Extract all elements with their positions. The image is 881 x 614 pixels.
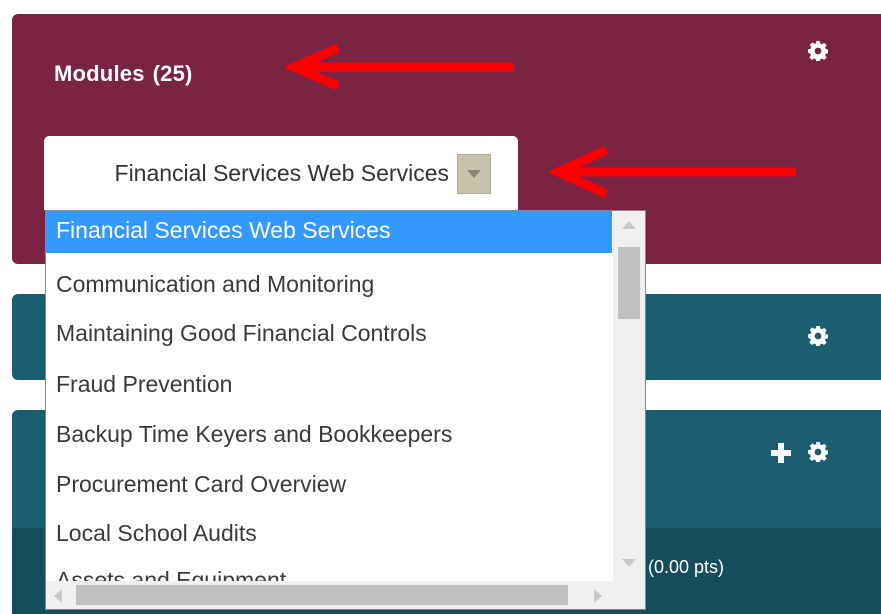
dropdown-option[interactable]: Maintaining Good Financial Controls — [46, 316, 612, 350]
vertical-scrollbar[interactable] — [613, 211, 645, 581]
gear-icon[interactable] — [808, 442, 828, 462]
scroll-left-icon[interactable] — [54, 589, 62, 603]
horizontal-scrollbar[interactable] — [46, 581, 645, 609]
plus-icon[interactable] — [770, 442, 792, 464]
red-arrow-icon — [550, 146, 796, 198]
modules-panel-title: Modules (25) — [54, 61, 193, 87]
dropdown-option[interactable]: Fraud Prevention — [46, 367, 612, 401]
dropdown-option[interactable]: Procurement Card Overview — [46, 467, 612, 501]
scroll-right-icon[interactable] — [594, 589, 602, 603]
dropdown-option[interactable]: Backup Time Keyers and Bookkeepers — [46, 417, 612, 451]
gear-icon[interactable] — [808, 41, 828, 61]
vertical-scroll-thumb[interactable] — [618, 247, 640, 319]
dropdown-option[interactable]: Local School Audits — [46, 516, 612, 550]
gear-icon[interactable] — [808, 326, 828, 346]
dropdown-option[interactable]: Communication and Monitoring — [46, 267, 612, 301]
points-label: (0.00 pts) — [648, 557, 725, 577]
chevron-down-icon — [467, 170, 481, 178]
modules-title-text: Modules — [54, 61, 145, 86]
modules-count: (25) — [152, 61, 193, 86]
module-select[interactable]: Financial Services Web Services — [44, 136, 518, 210]
module-select-value: Financial Services Web Services — [114, 160, 449, 186]
module-dropdown-list[interactable]: Financial Services Web Services Communic… — [45, 210, 646, 610]
dropdown-option[interactable]: Financial Services Web Services — [46, 211, 612, 253]
select-dropdown-button[interactable] — [457, 154, 491, 194]
horizontal-scroll-thumb[interactable] — [76, 585, 568, 605]
scroll-up-icon[interactable] — [622, 221, 636, 229]
red-arrow-icon — [286, 44, 514, 90]
scroll-down-icon[interactable] — [622, 559, 636, 567]
screenshot-stage: Modules (25) (0.00 pts) Financial Service… — [0, 0, 881, 614]
